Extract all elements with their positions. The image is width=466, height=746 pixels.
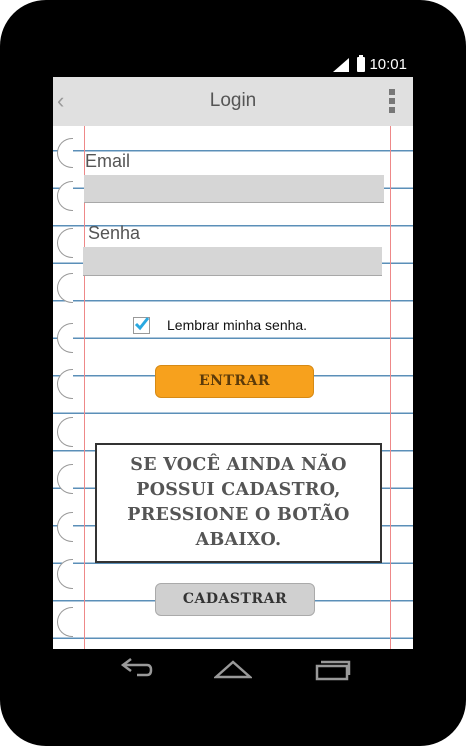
binder-hole [57,273,73,303]
password-label: Senha [88,223,141,243]
register-button[interactable]: CADASTRAR [155,583,315,616]
phone-frame: 10:01 ‹ Login Email Senha Lembrar minha … [0,0,466,746]
remember-checkbox[interactable] [133,317,150,334]
register-notice-text: Se você ainda não possui cadastro, press… [127,455,350,550]
login-button[interactable]: ENTRAR [155,365,314,398]
password-field[interactable] [83,247,382,276]
binder-hole [57,323,73,353]
status-bar: 10:01 [53,52,413,77]
notebook-margin-left [84,126,85,649]
page-title: Login [209,90,257,111]
notebook-margin-right [390,126,391,649]
binder-hole [57,228,73,258]
checkmark-icon [134,317,150,331]
binder-hole [57,181,73,211]
recents-icon[interactable] [315,657,351,681]
app-bar: ‹ Login [53,77,413,126]
battery-icon [357,55,365,72]
android-nav-bar [53,649,413,695]
back-icon[interactable] [117,657,153,681]
remember-label: Lembrar minha senha. [167,317,308,333]
home-icon[interactable] [214,657,252,681]
binder-hole [57,417,73,447]
binder-hole [57,512,73,542]
binder-hole [57,138,73,168]
status-time: 10:01 [369,56,407,73]
email-label: Email [85,151,131,171]
binder-hole [57,607,73,637]
email-field[interactable] [84,175,384,203]
binder-hole [57,369,73,399]
binder-hole [57,464,73,494]
register-notice-box: Se você ainda não possui cadastro, press… [95,443,382,563]
overflow-menu-icon[interactable] [389,89,395,116]
binder-hole [57,559,73,589]
signal-icon [333,58,349,72]
app-screen: ‹ Login Email Senha Lembrar minha senha.… [53,77,413,649]
